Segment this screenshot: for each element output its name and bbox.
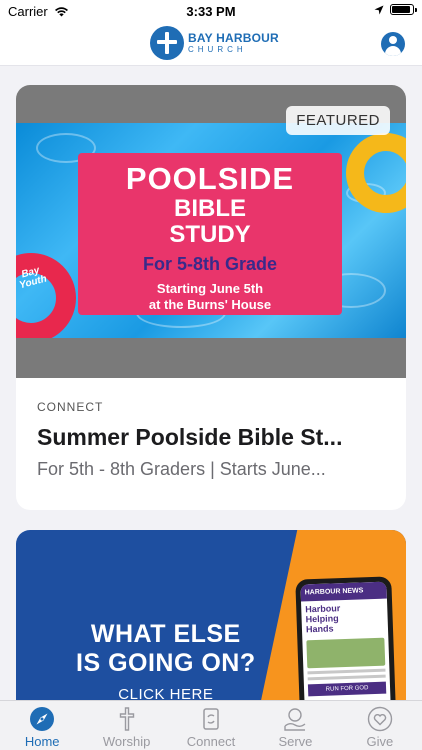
status-time: 3:33 PM [186,4,236,19]
cross-icon [119,707,134,731]
nav-header: BAY HARBOUR CHURCH [0,22,422,66]
tab-serve[interactable]: Serve [253,701,337,750]
promo-line-1: POOLSIDE [125,161,295,196]
location-arrow-icon [374,5,384,14]
featured-badge: FEATURED [286,106,390,135]
logo-name: BAY HARBOUR [188,31,279,45]
tab-bar: Home Worship Connect Serve Give [0,700,422,750]
connect-icon [203,708,219,730]
tab-connect[interactable]: Connect [169,701,253,750]
logo-subtitle: CHURCH [188,45,247,54]
tab-give[interactable]: Give [338,701,422,750]
promo-text-box: POOLSIDE BIBLE STUDY For 5-8th Grade Sta… [78,153,342,315]
tab-home-label: Home [24,734,60,749]
featured-card-body: CONNECT Summer Poolside Bible St... For … [16,378,406,480]
battery-icon [390,4,417,15]
status-right [374,4,417,15]
tab-home[interactable]: Home [0,701,84,750]
tab-worship-label: Worship [102,734,151,749]
battery-fill [392,6,410,13]
promo-grade: For 5-8th Grade [142,254,278,274]
tab-give-label: Give [366,734,394,749]
serve-icon [284,708,306,731]
profile-button[interactable] [381,32,405,56]
promo-line-2: BIBLE [174,195,246,222]
promo-date: Starting June 5th at the Burns' House [148,281,272,312]
tab-serve-label: Serve [278,734,313,749]
featured-card[interactable]: Bay Youth POOLSIDE BIBLE STUDY For 5-8th… [16,85,406,510]
featured-card-image: Bay Youth POOLSIDE BIBLE STUDY For 5-8th… [16,85,406,378]
pool-float-red [16,253,76,338]
pool-background: Bay Youth POOLSIDE BIBLE STUDY For 5-8th… [16,123,406,338]
church-logo[interactable]: BAY HARBOUR CHURCH [150,26,279,60]
phone-mockup: HARBOUR NEWS Harbour Helping Hands RUN F… [295,576,397,720]
cross-logo-icon [150,26,184,60]
tab-connect-label: Connect [186,734,236,749]
logo-text: BAY HARBOUR CHURCH [188,32,279,54]
news-image [306,637,386,669]
card-subtitle: For 5th - 8th Graders | Starts June... [37,459,326,479]
tab-worship[interactable]: Worship [84,701,168,750]
promo-line-3: STUDY [169,221,251,248]
card-category: CONNECT [37,400,104,414]
status-bar: Carrier 3:33 PM [0,0,422,22]
heart-icon [367,706,393,732]
whats-going-on-card[interactable]: WHAT ELSE IS GOING ON? CLICK HERE HARBOU… [16,530,406,720]
card-title: Summer Poolside Bible St... [37,424,343,450]
whats-going-on-image: WHAT ELSE IS GOING ON? CLICK HERE HARBOU… [16,530,406,720]
compass-icon [30,707,55,731]
promo2-headline: WHAT ELSE IS GOING ON? CLICK HERE [76,620,256,703]
news-headline: Harbour Helping Hands [305,603,341,635]
news-button: RUN FOR GOD [307,681,387,697]
